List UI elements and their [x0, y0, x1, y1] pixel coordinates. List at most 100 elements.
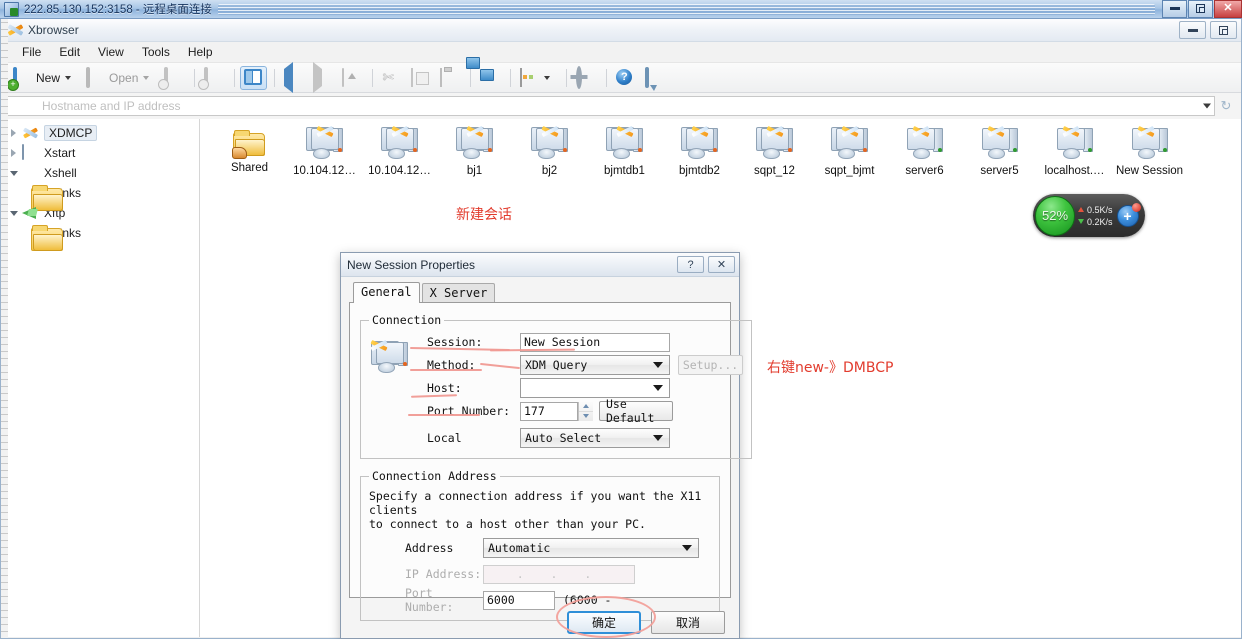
menu-view[interactable]: View	[89, 43, 133, 61]
port-number-stepper[interactable]	[578, 401, 593, 421]
ip-address-label: IP Address:	[405, 567, 482, 581]
toolbar-up-button[interactable]	[338, 66, 365, 90]
toolbar-cut-button[interactable]: ✄	[378, 66, 405, 90]
toolbar-toggle-folders-button[interactable]	[240, 65, 268, 90]
session-item-localhost[interactable]: localhost.…	[1037, 125, 1112, 178]
session-item-bjmtdb1[interactable]: bjmtdb1	[587, 125, 662, 178]
add-plus-icon[interactable]: +	[1116, 202, 1141, 227]
session-item-bj2[interactable]: bj2	[512, 125, 587, 178]
toolbar-network-button[interactable]	[476, 66, 503, 90]
host-combobox[interactable]	[520, 378, 670, 398]
session-item-label: bjmtdb2	[679, 165, 720, 177]
chevron-down-icon	[682, 545, 692, 551]
rdp-close-button[interactable]: ✕	[1214, 0, 1242, 18]
session-item-sqpt12[interactable]: sqpt_12	[737, 125, 812, 178]
rdp-minimize-button[interactable]	[1162, 0, 1187, 18]
session-item-label: bj2	[541, 165, 558, 177]
sidebar-item-xshell[interactable]: Xshell	[1, 163, 199, 183]
connection-address-group: Connection Address Specify a connection …	[360, 469, 720, 621]
chevron-down-icon[interactable]	[143, 75, 150, 80]
chevron-down-icon[interactable]	[1203, 103, 1211, 109]
setup-button[interactable]: Setup...	[678, 355, 743, 375]
session-item-shared[interactable]: Shared	[212, 127, 287, 178]
ip-address-input: . . .	[483, 564, 635, 584]
dialog-help-button[interactable]: ?	[677, 256, 704, 273]
session-item-bj1[interactable]: bj1	[437, 125, 512, 178]
chevron-right-icon[interactable]	[7, 147, 20, 160]
address-port-input[interactable]: 6000	[483, 590, 555, 610]
sidebar-item-xstart[interactable]: Xstart	[1, 143, 199, 163]
port-number-input[interactable]: 177	[520, 401, 578, 421]
back-icon	[284, 61, 303, 93]
session-item-sqptbjmt[interactable]: sqpt_bjmt	[812, 125, 887, 178]
toolbar-separator	[606, 68, 608, 87]
address-combobox[interactable]: Automatic	[483, 538, 699, 558]
xmanager-session-icon	[830, 125, 869, 161]
connection-legend: Connection	[372, 313, 442, 327]
chevron-down-icon[interactable]	[7, 207, 20, 220]
toolbar-open-button[interactable]: Open	[82, 66, 158, 90]
tab-general[interactable]: General	[353, 282, 420, 303]
menu-tools[interactable]: Tools	[133, 43, 179, 61]
xbrowser-app-icon	[7, 22, 23, 38]
network-speed-widget[interactable]: 52% 0.5K/s 0.2K/s +	[1033, 194, 1145, 237]
session-item-new-session[interactable]: New Session	[1112, 125, 1187, 178]
xbrowser-restore-button[interactable]	[1210, 21, 1237, 39]
sidebar-item-xdmcp[interactable]: XDMCP	[1, 123, 199, 143]
tab-x-server[interactable]: X Server	[421, 283, 496, 303]
toolbar-properties-button[interactable]	[200, 66, 227, 90]
close-icon: ✕	[1223, 2, 1233, 14]
menu-help[interactable]: Help	[179, 43, 222, 61]
stepper-up-icon[interactable]	[579, 402, 593, 412]
chevron-down-icon[interactable]	[544, 75, 551, 80]
address-input[interactable]: Hostname and IP address	[5, 96, 1215, 116]
local-combobox[interactable]: Auto Select	[520, 428, 670, 448]
stepper-down-icon[interactable]	[579, 412, 593, 421]
rdp-restore-button[interactable]	[1188, 0, 1213, 18]
session-item-label: bj1	[466, 165, 483, 177]
refresh-icon[interactable]: ↻	[1215, 96, 1237, 116]
feedback-icon	[645, 66, 664, 88]
speed-rates: 0.5K/s 0.2K/s	[1078, 204, 1113, 228]
xmanager-session-icon	[906, 125, 944, 161]
menu-file[interactable]: File	[13, 43, 50, 61]
session-item-2[interactable]: 10.104.12…	[362, 125, 437, 178]
use-default-button[interactable]: Use Default	[599, 397, 673, 425]
menu-edit[interactable]: Edit	[50, 43, 89, 61]
toolbar-open-label: Open	[109, 70, 139, 85]
toolbar-paste-button[interactable]	[436, 66, 463, 90]
session-item-bjmtdb2[interactable]: bjmtdb2	[662, 125, 737, 178]
sidebar-item-xftp[interactable]: Xftp	[1, 203, 199, 223]
method-combobox[interactable]: XDM Query	[520, 355, 670, 375]
view-mode-icon	[520, 67, 539, 87]
chevron-down-icon[interactable]	[7, 167, 20, 180]
toolbar-copy-button[interactable]	[407, 66, 434, 90]
session-item-server6[interactable]: server6	[887, 125, 962, 178]
toolbar-options-button[interactable]	[572, 65, 599, 90]
xbrowser-window-controls	[1175, 21, 1237, 39]
method-row: Method: XDM Query Setup...	[427, 354, 743, 376]
toolbar-new-button[interactable]: New	[9, 66, 80, 90]
xbrowser-minimize-button[interactable]	[1179, 21, 1206, 39]
download-rate-value: 0.2K/s	[1087, 216, 1113, 227]
toolbar-feedback-button[interactable]	[641, 66, 668, 90]
download-arrow-icon	[1078, 219, 1084, 224]
minimize-icon	[1169, 7, 1180, 10]
toolbar-help-button[interactable]: ?	[612, 66, 639, 90]
window-drag-rail[interactable]	[1, 19, 8, 638]
toolbar-delete-button[interactable]	[160, 66, 187, 90]
toolbar-view-mode-button[interactable]	[516, 66, 559, 90]
toolbar-forward-button[interactable]	[309, 61, 336, 93]
toolbar-separator	[372, 68, 374, 87]
sidebar-item-xftp-links[interactable]: Links	[1, 223, 199, 251]
cancel-button[interactable]: 取消	[651, 611, 725, 634]
menubar: File Edit View Tools Help	[1, 42, 1241, 63]
session-item-server5[interactable]: server5	[962, 125, 1037, 178]
session-item-1[interactable]: 10.104.12…	[287, 125, 362, 178]
address-bar: Hostname and IP address ↻	[1, 93, 1241, 119]
sidebar-item-xshell-links[interactable]: Links	[1, 183, 199, 211]
chevron-right-icon[interactable]	[7, 127, 20, 140]
chevron-down-icon[interactable]	[65, 75, 72, 80]
dialog-close-button[interactable]: ✕	[708, 256, 735, 273]
toolbar-back-button[interactable]	[280, 61, 307, 93]
